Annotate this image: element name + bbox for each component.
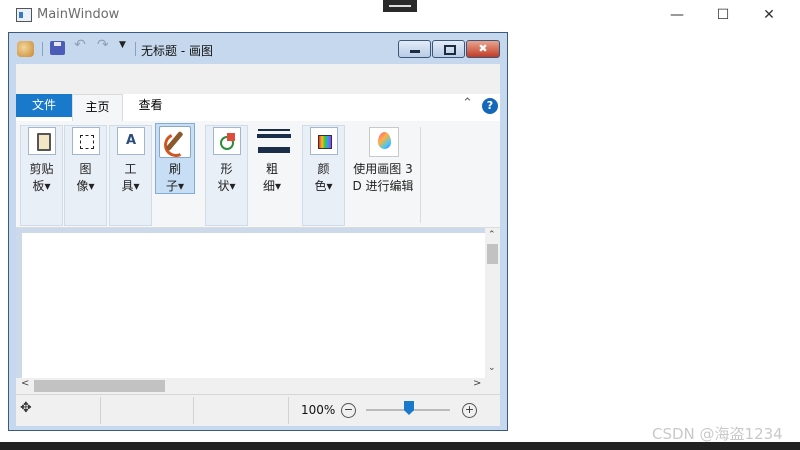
status-divider: [288, 397, 289, 424]
select-icon: [72, 127, 100, 155]
scroll-up-icon[interactable]: ⌃: [488, 230, 496, 240]
ribbon-tabs: 文件 主页 查看 ⌃ ?: [16, 94, 500, 121]
paint-close-button[interactable]: ✖: [466, 40, 500, 58]
clipboard-label: 剪贴 板▾: [29, 162, 54, 193]
shapes-icon: [213, 127, 241, 155]
image-button[interactable]: 图 像▾: [64, 121, 107, 222]
ribbon-home: 剪贴 板▾ 图 像▾ A 工 具▾ 刷 子▾ 形 状▾ 粗 细▾ 颜 色▾ 使用…: [16, 121, 500, 228]
close-button[interactable]: ✕: [746, 0, 792, 30]
tab-home[interactable]: 主页: [72, 94, 123, 121]
paint-client-area: 文件 主页 查看 ⌃ ? 剪贴 板▾ 图 像▾ A 工 具▾ 刷 子▾ 形 状▾…: [16, 64, 500, 426]
shapes-button[interactable]: 形 状▾: [205, 121, 248, 222]
tools-button[interactable]: A 工 具▾: [109, 121, 152, 222]
paint-maximize-button[interactable]: [432, 40, 465, 58]
tab-file[interactable]: 文件: [16, 94, 72, 117]
zoom-slider-thumb[interactable]: [404, 401, 414, 415]
status-divider: [193, 397, 194, 424]
scroll-left-icon[interactable]: <: [21, 378, 29, 389]
paint-minimize-button[interactable]: [398, 40, 431, 58]
paint-titlebar[interactable]: ↶ ↷ ▼ 无标题 - 画图 ✖: [9, 33, 507, 64]
window-grip-handle[interactable]: [383, 0, 417, 12]
zoom-out-button[interactable]: −: [341, 403, 356, 418]
collapse-ribbon-icon[interactable]: ⌃: [462, 96, 473, 111]
redo-icon[interactable]: ↷: [97, 37, 113, 53]
scroll-right-icon[interactable]: >: [473, 378, 481, 389]
main-window: MainWindow — ☐ ✕ ↶ ↷ ▼ 无标题 - 画图 ✖ 文件 主页 …: [0, 0, 800, 443]
quick-access-dropdown-icon[interactable]: ▼: [119, 40, 129, 56]
help-icon[interactable]: ?: [482, 98, 498, 114]
tools-icon: A: [117, 127, 145, 155]
tab-view[interactable]: 查看: [123, 94, 178, 117]
brush-icon: [159, 126, 191, 158]
main-window-titlebar[interactable]: MainWindow — ☐ ✕: [0, 0, 800, 30]
colors-icon: [310, 127, 338, 155]
drawing-canvas[interactable]: [22, 233, 485, 383]
quick-access-divider: [135, 42, 136, 56]
horizontal-scrollbar[interactable]: < >: [16, 378, 485, 393]
scrollbar-corner: [485, 378, 500, 393]
paint3d-label: 使用画图 3 D 进行编辑: [352, 162, 414, 193]
edit-with-paint3d-button[interactable]: 使用画图 3 D 进行编辑: [349, 121, 417, 222]
csdn-watermark: CSDN @海盗1234: [652, 425, 783, 443]
quick-access-divider: [42, 42, 43, 56]
zoom-in-button[interactable]: +: [462, 403, 477, 418]
paint-window-title: 无标题 - 画图: [141, 44, 213, 58]
image-label: 图 像▾: [76, 162, 95, 193]
zoom-percentage: 100%: [301, 403, 336, 417]
size-button[interactable]: 粗 细▾: [250, 121, 294, 222]
app-icon: [16, 8, 32, 22]
tools-label: 工 具▾: [121, 162, 140, 193]
clipboard-icon: [28, 127, 56, 155]
scroll-down-icon[interactable]: ⌄: [488, 363, 496, 373]
ribbon-divider: [420, 127, 421, 223]
paint3d-icon: [369, 127, 399, 157]
minimize-button[interactable]: —: [654, 0, 700, 30]
move-cursor-icon: ✥: [20, 400, 32, 416]
brushes-label: 刷 子▾: [165, 162, 185, 193]
main-window-title: MainWindow: [37, 7, 120, 22]
status-bar: ✥ 100% − +: [16, 394, 500, 426]
canvas-area: ⌃ ⌄ < >: [16, 228, 500, 393]
clipboard-button[interactable]: 剪贴 板▾: [20, 121, 63, 222]
vertical-scroll-thumb[interactable]: [487, 244, 498, 264]
status-divider: [100, 397, 101, 424]
paint-app-icon[interactable]: [17, 41, 34, 57]
vertical-scrollbar[interactable]: ⌃ ⌄: [485, 228, 500, 378]
save-icon[interactable]: [50, 41, 65, 55]
horizontal-scroll-thumb[interactable]: [34, 380, 165, 392]
paint-window: ↶ ↷ ▼ 无标题 - 画图 ✖ 文件 主页 查看 ⌃ ? 剪贴 板▾ 图 像▾…: [8, 32, 508, 431]
brushes-button[interactable]: 刷 子▾: [155, 121, 195, 222]
undo-icon[interactable]: ↶: [74, 37, 90, 53]
line-size-icon: [258, 127, 290, 155]
size-label: 粗 细▾: [262, 162, 282, 193]
shapes-label: 形 状▾: [217, 162, 236, 193]
colors-button[interactable]: 颜 色▾: [302, 121, 345, 222]
colors-label: 颜 色▾: [314, 162, 333, 193]
maximize-button[interactable]: ☐: [700, 0, 746, 30]
